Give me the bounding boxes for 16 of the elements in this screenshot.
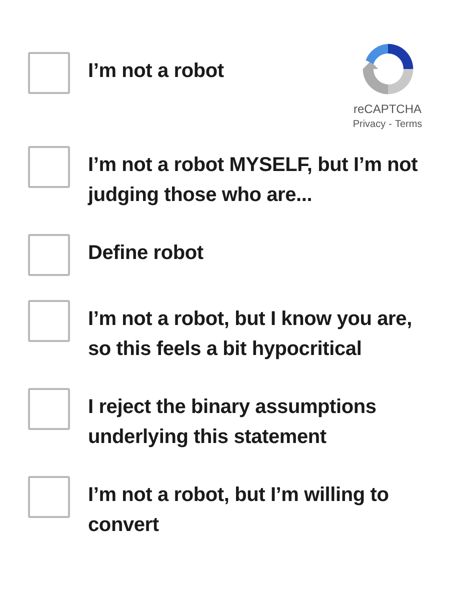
checkbox[interactable] — [28, 388, 70, 430]
checkbox[interactable] — [28, 52, 70, 94]
checkbox[interactable] — [28, 300, 70, 342]
separator: - — [388, 119, 392, 130]
option-label: I’m not a robot MYSELF, but I’m not judging those who are... — [88, 153, 419, 208]
checkbox[interactable] — [28, 476, 70, 518]
footer-link[interactable]: Privacy — [352, 119, 386, 130]
option-label: I’m not a robot, but I’m willing to convert — [88, 483, 390, 538]
option-label: I reject the binary assumptions underlying this statement — [88, 395, 378, 450]
brand-name: reCAPTCHA — [353, 102, 422, 116]
checkbox[interactable] — [28, 234, 70, 276]
option-label: I’m not a robot, but I know you are, so this feels a bit hypocritical — [88, 307, 413, 362]
checkbox[interactable] — [28, 146, 70, 188]
footer-link[interactable]: Terms — [394, 119, 422, 130]
option-label: I’m not a robot — [88, 59, 224, 84]
option-label: Define robot — [88, 241, 204, 266]
